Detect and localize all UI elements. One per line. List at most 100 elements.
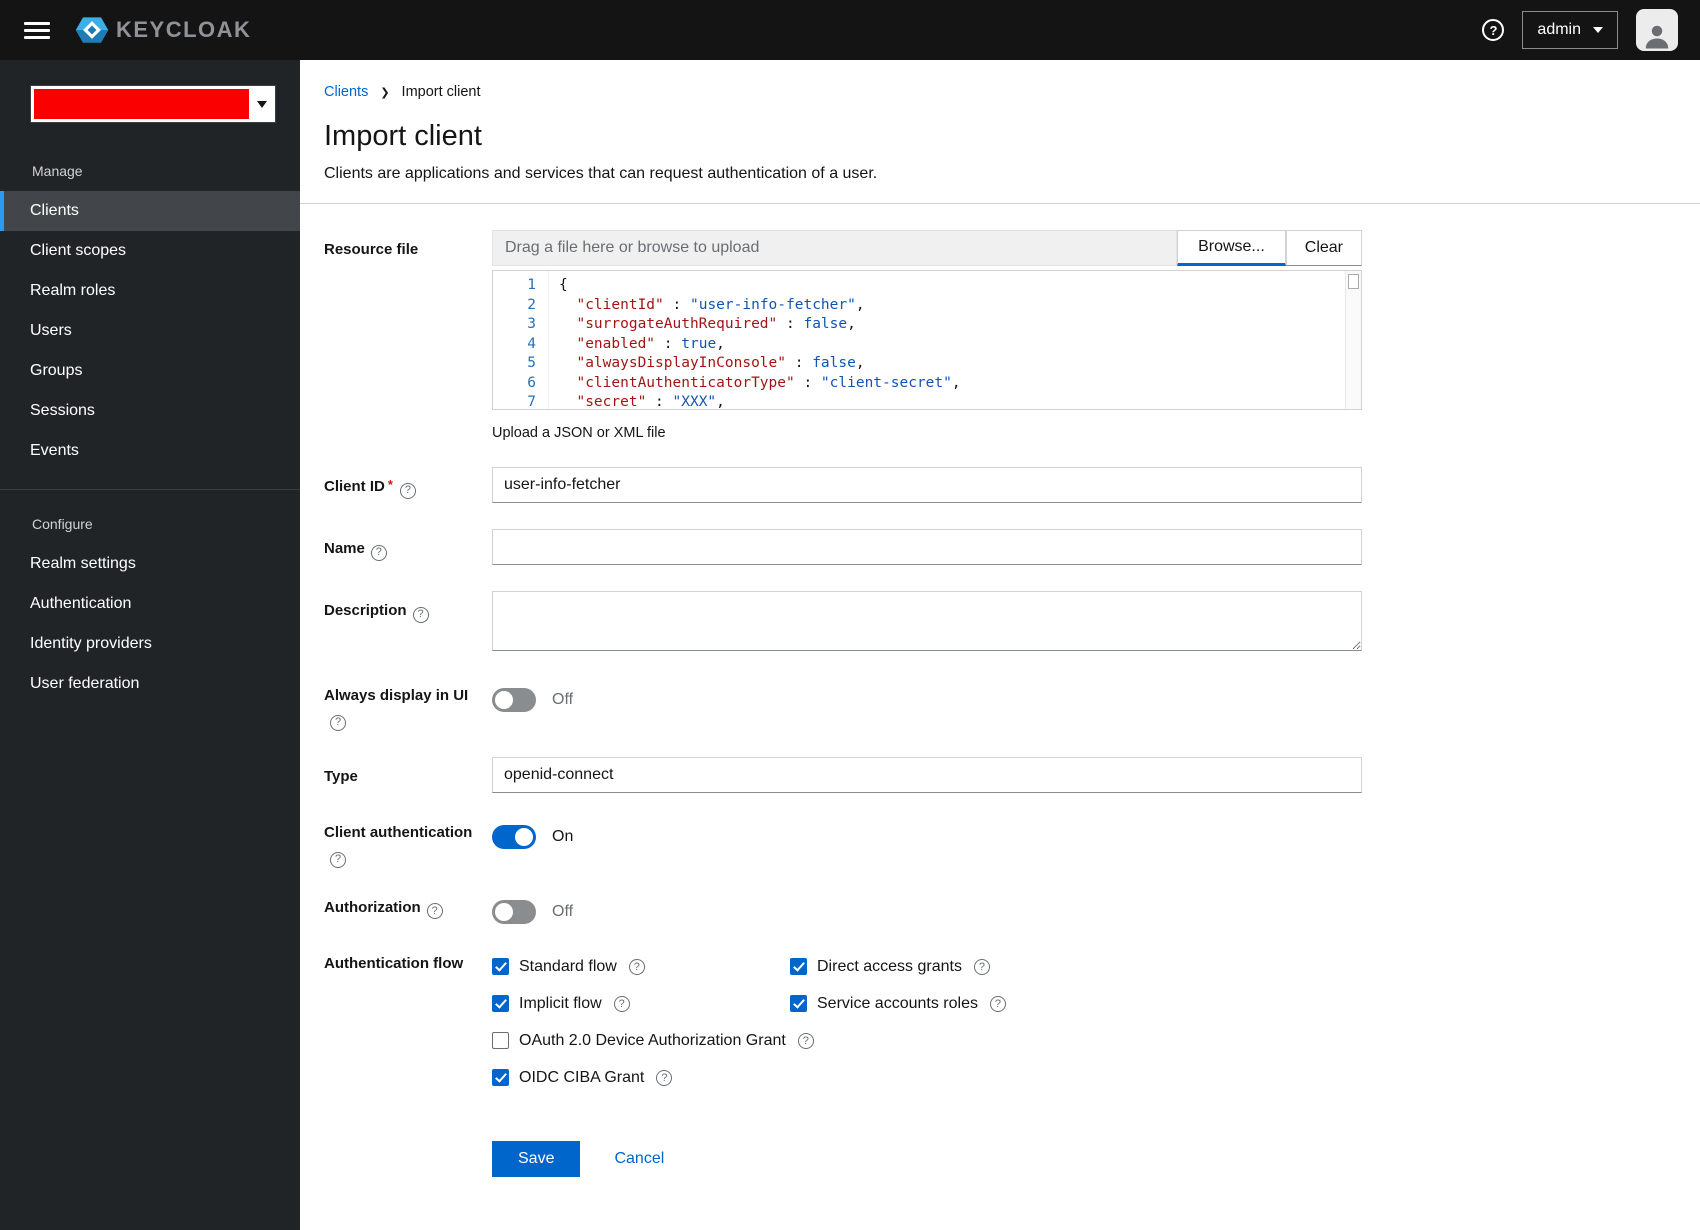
chevron-down-icon bbox=[1593, 27, 1603, 33]
resource-file-label: Resource file bbox=[324, 241, 419, 258]
always-display-label: Always display in UI bbox=[324, 682, 492, 731]
upload-helper-text: Upload a JSON or XML file bbox=[492, 425, 666, 441]
sidebar-item-events[interactable]: Events bbox=[0, 431, 300, 471]
help-icon[interactable] bbox=[370, 544, 387, 561]
scrollbar-thumb[interactable] bbox=[1348, 274, 1359, 289]
sidebar-item-authentication[interactable]: Authentication bbox=[0, 584, 300, 624]
sidebar-section-manage: Manage bbox=[32, 163, 83, 179]
description-label: Description bbox=[324, 591, 492, 656]
save-button[interactable]: Save bbox=[492, 1140, 581, 1177]
description-label-text: Description bbox=[324, 602, 407, 619]
authentication-flow-label: Authentication flow bbox=[324, 954, 464, 972]
avatar[interactable] bbox=[1636, 9, 1678, 51]
sidebar-item-groups[interactable]: Groups bbox=[0, 351, 300, 391]
authorization-label-text: Authorization bbox=[324, 898, 421, 916]
help-icon[interactable] bbox=[412, 606, 429, 623]
help-icon[interactable] bbox=[399, 482, 416, 499]
code-content[interactable]: { "clientId" : "user-info-fetcher", "sur… bbox=[549, 271, 1361, 409]
browse-button[interactable]: Browse... bbox=[1177, 230, 1286, 266]
checkbox-service-accounts-roles: Service accounts roles bbox=[790, 995, 1362, 1013]
checkbox[interactable] bbox=[790, 958, 807, 976]
help-icon[interactable] bbox=[973, 958, 990, 975]
keycloak-logo-icon bbox=[74, 12, 110, 48]
sidebar-item-users[interactable]: Users bbox=[0, 311, 300, 351]
top-bar: KEYCLOAK admin bbox=[0, 0, 1700, 60]
authorization-toggle: Off bbox=[492, 894, 1362, 924]
toggle-switch[interactable] bbox=[492, 899, 536, 924]
checkbox-label: Direct access grants bbox=[817, 957, 962, 975]
keycloak-logo[interactable]: KEYCLOAK bbox=[74, 12, 251, 48]
toggle-switch[interactable] bbox=[492, 824, 536, 849]
help-icon[interactable] bbox=[989, 995, 1006, 1012]
keycloak-admin-console: KEYCLOAK admin Manage C bbox=[0, 0, 1700, 1230]
realm-selector-value bbox=[34, 89, 249, 119]
checkbox-oidc-ciba-grant: OIDC CIBA Grant bbox=[492, 1069, 1362, 1087]
authentication-flow-options: Standard flow Direct access grants Impli… bbox=[492, 950, 1362, 1087]
checkbox[interactable] bbox=[492, 958, 509, 976]
form-actions: Save Cancel bbox=[324, 1140, 1676, 1207]
help-icon[interactable] bbox=[330, 714, 346, 731]
toggle-state-label: Off bbox=[552, 902, 574, 920]
user-menu-label: admin bbox=[1537, 21, 1581, 38]
type-label: Type bbox=[324, 757, 492, 793]
sidebar-item-client-scopes[interactable]: Client scopes bbox=[0, 231, 300, 271]
checkbox-standard-flow: Standard flow bbox=[492, 958, 790, 976]
client-authentication-toggle: On bbox=[492, 819, 1362, 849]
page-title: Import client bbox=[324, 120, 482, 152]
hamburger-menu-icon[interactable] bbox=[24, 16, 50, 45]
code-editor-scrollbar[interactable] bbox=[1345, 271, 1361, 409]
sidebar-item-identity-providers[interactable]: Identity providers bbox=[0, 624, 300, 664]
checkbox-direct-access-grants: Direct access grants bbox=[790, 958, 1362, 976]
type-label-text: Type bbox=[324, 767, 358, 785]
sidebar-item-user-federation[interactable]: User federation bbox=[0, 664, 300, 704]
name-label-text: Name bbox=[324, 540, 365, 557]
clear-button[interactable]: Clear bbox=[1285, 230, 1362, 266]
breadcrumb-clients-link[interactable]: Clients bbox=[324, 84, 368, 100]
user-menu-dropdown[interactable]: admin bbox=[1522, 11, 1618, 49]
help-icon[interactable] bbox=[656, 1069, 673, 1086]
sidebar-section-configure: Configure bbox=[32, 516, 93, 532]
resource-file-code-editor[interactable]: 1234567 { "clientId" : "user-info-fetche… bbox=[492, 270, 1362, 410]
client-id-input[interactable] bbox=[492, 467, 1362, 503]
breadcrumb: Clients Import client bbox=[324, 84, 1676, 100]
page-subtitle: Clients are applications and services th… bbox=[324, 165, 878, 182]
checkbox[interactable] bbox=[790, 995, 807, 1013]
brand-text: KEYCLOAK bbox=[116, 17, 252, 42]
client-id-label-text: Client ID bbox=[324, 478, 385, 495]
client-id-label: Client ID * bbox=[324, 467, 492, 503]
sidebar-item-sessions[interactable]: Sessions bbox=[0, 391, 300, 431]
always-display-toggle: Off bbox=[492, 682, 1362, 712]
type-input[interactable] bbox=[492, 756, 1362, 793]
authorization-label: Authorization bbox=[324, 894, 492, 924]
breadcrumb-current: Import client bbox=[401, 84, 481, 100]
help-circle-icon[interactable] bbox=[1482, 19, 1505, 41]
name-input[interactable] bbox=[492, 529, 1362, 565]
name-label: Name bbox=[324, 529, 492, 565]
checkbox[interactable] bbox=[492, 1032, 509, 1050]
sidebar-item-realm-settings[interactable]: Realm settings bbox=[0, 544, 300, 584]
resource-file-input[interactable] bbox=[492, 230, 1178, 266]
description-textarea[interactable] bbox=[492, 591, 1362, 651]
import-client-form: Resource file Browse... Clear 1234567 { … bbox=[300, 204, 1700, 1207]
code-line-numbers: 1234567 bbox=[493, 271, 549, 409]
client-authentication-label: Client authentication bbox=[324, 819, 492, 868]
client-authentication-label-text: Client authentication bbox=[324, 823, 473, 841]
help-icon[interactable] bbox=[797, 1032, 814, 1049]
help-icon[interactable] bbox=[628, 958, 645, 975]
toggle-switch[interactable] bbox=[492, 688, 536, 712]
realm-selector-dropdown[interactable] bbox=[30, 85, 276, 123]
cancel-button[interactable]: Cancel bbox=[614, 1150, 664, 1168]
checkbox[interactable] bbox=[492, 1069, 509, 1087]
main-content: Clients Import client Import client Clie… bbox=[300, 60, 1700, 1230]
checkbox[interactable] bbox=[492, 995, 509, 1013]
chevron-down-icon bbox=[257, 100, 267, 108]
checkbox-label: Standard flow bbox=[519, 957, 617, 975]
toggle-state-label: Off bbox=[552, 691, 574, 708]
help-icon[interactable] bbox=[330, 851, 346, 868]
checkbox-label: Service accounts roles bbox=[817, 994, 978, 1012]
checkbox-label: OAuth 2.0 Device Authorization Grant bbox=[519, 1031, 786, 1049]
help-icon[interactable] bbox=[613, 995, 630, 1012]
sidebar-item-clients[interactable]: Clients bbox=[0, 191, 300, 231]
sidebar-item-realm-roles[interactable]: Realm roles bbox=[0, 271, 300, 311]
help-icon[interactable] bbox=[426, 903, 443, 920]
